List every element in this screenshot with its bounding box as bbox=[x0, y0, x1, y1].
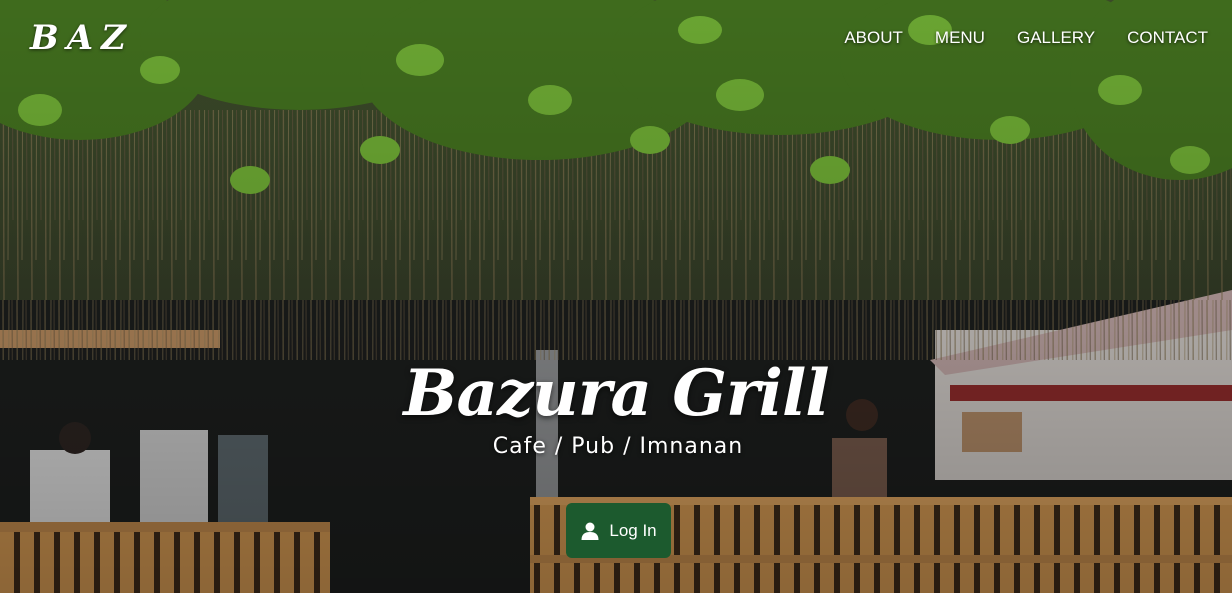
login-button-label: Log In bbox=[609, 520, 657, 540]
nav-link-gallery[interactable]: GALLERY bbox=[1017, 28, 1095, 48]
hero-subtitle: Cafe / Pub / Imnanan bbox=[492, 434, 744, 459]
user-icon bbox=[580, 521, 600, 541]
main-nav: ABOUT MENU GALLERY CONTACT bbox=[844, 28, 1208, 48]
hero-title: Bazura Grill bbox=[403, 356, 829, 431]
nav-link-contact[interactable]: CONTACT bbox=[1127, 28, 1208, 48]
brand-logo[interactable]: BAZ bbox=[30, 18, 134, 58]
login-button[interactable]: Log In bbox=[566, 503, 671, 558]
nav-link-menu[interactable]: MENU bbox=[935, 28, 985, 48]
nav-link-about[interactable]: ABOUT bbox=[844, 28, 903, 48]
